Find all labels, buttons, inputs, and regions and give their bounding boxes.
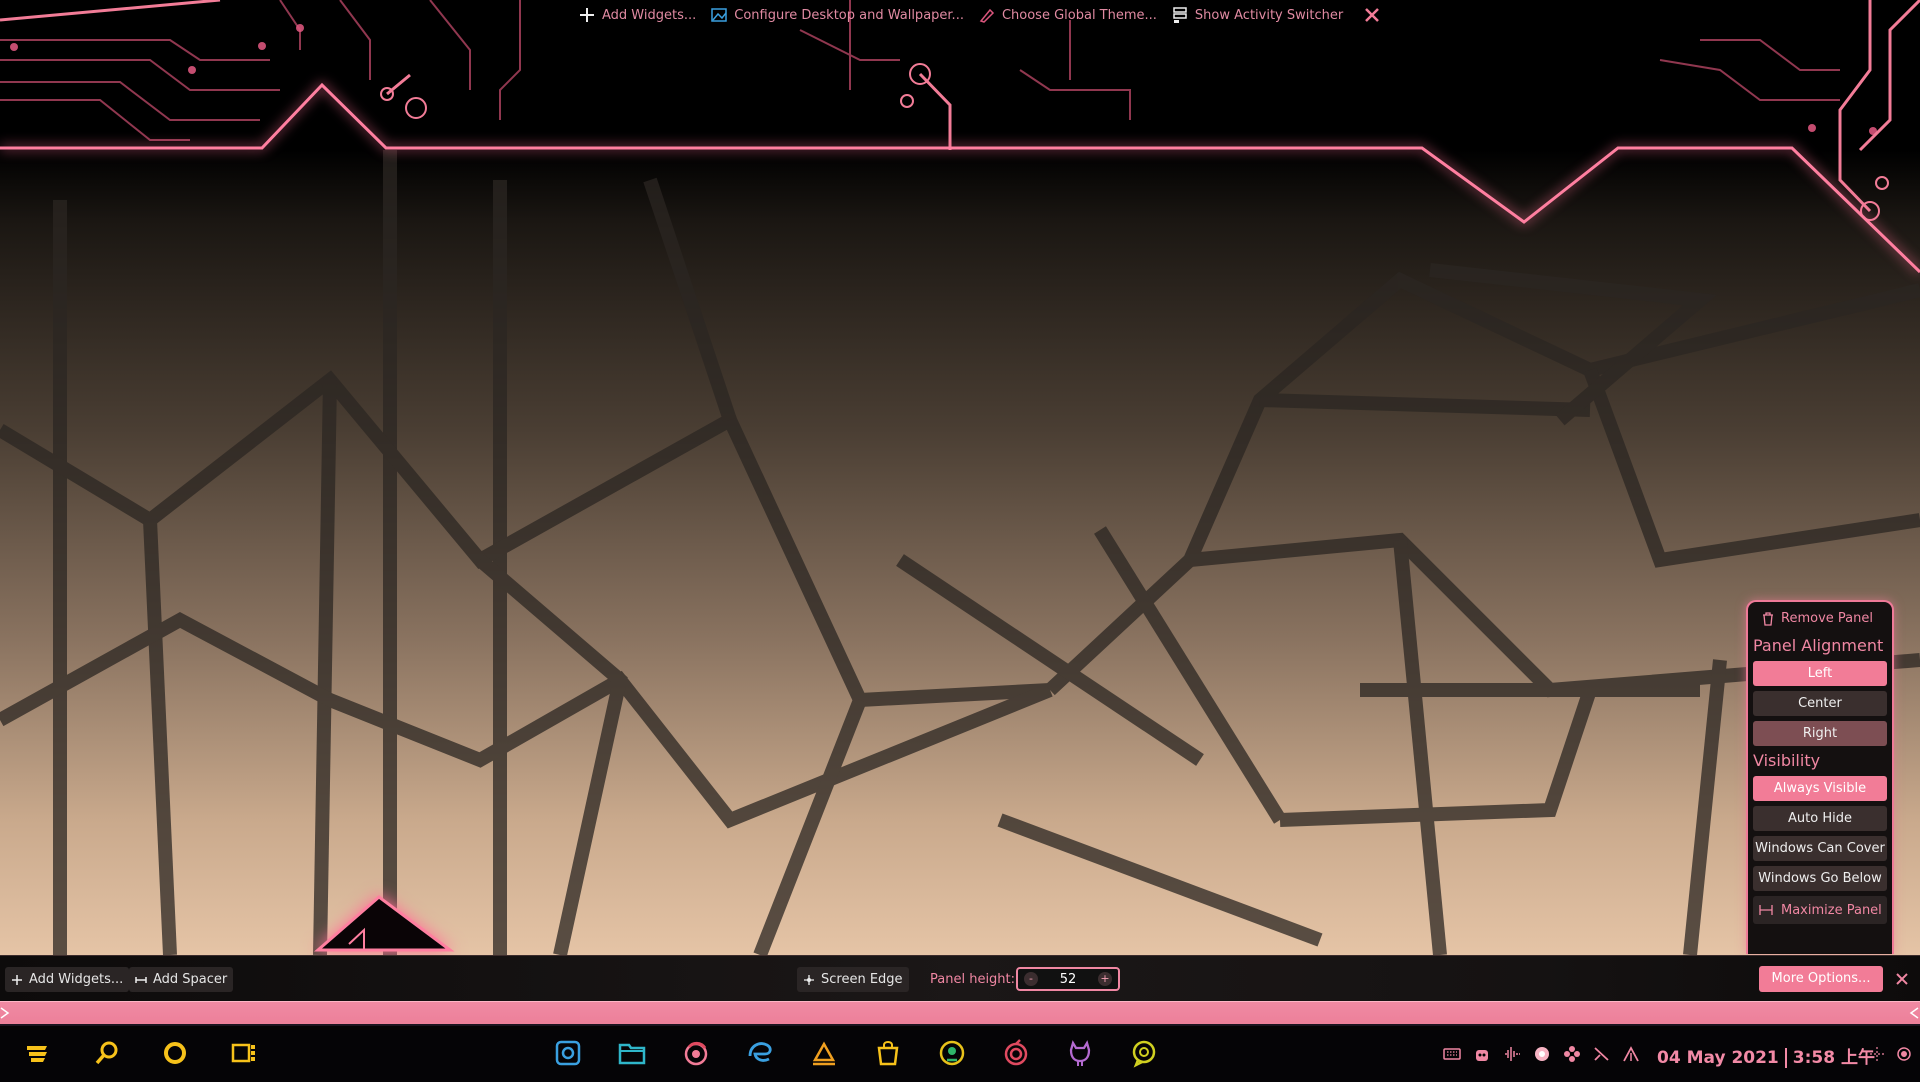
- bookmark-app-icon[interactable]: [809, 1038, 839, 1068]
- increase-height-button[interactable]: +: [1097, 972, 1112, 986]
- more-options-button[interactable]: More Options...: [1759, 966, 1883, 992]
- configure-desktop-button[interactable]: Configure Desktop and Wallpaper...: [710, 6, 964, 24]
- add-widgets-label: Add Widgets...: [602, 7, 697, 23]
- add-widgets-button[interactable]: Add Widgets...: [578, 6, 696, 24]
- spacer-icon: [135, 976, 147, 983]
- search-icon[interactable]: [92, 1038, 122, 1068]
- remove-panel-label: Remove Panel: [1781, 611, 1873, 626]
- network-icon[interactable]: [1593, 1045, 1611, 1063]
- clock-date: 04 May 2021: [1657, 1048, 1779, 1068]
- panel-height-label: Panel height:: [930, 972, 1016, 987]
- trash-icon: [1763, 611, 1773, 626]
- file-manager-icon[interactable]: [617, 1038, 647, 1068]
- screen-edge-button[interactable]: Screen Edge: [797, 967, 909, 992]
- activities-icon: [1173, 7, 1187, 23]
- expand-tray-icon[interactable]: [1622, 1045, 1640, 1063]
- windows-go-below-button[interactable]: Windows Go Below: [1753, 866, 1887, 891]
- edge-browser-icon[interactable]: [745, 1038, 775, 1068]
- clock-time: 3:58 上午: [1792, 1048, 1875, 1068]
- activity-switcher-label: Show Activity Switcher: [1194, 7, 1344, 23]
- visibility-heading: Visibility: [1753, 751, 1821, 770]
- remove-panel-button[interactable]: Remove Panel: [1753, 608, 1887, 632]
- auto-hide-button[interactable]: Auto Hide: [1753, 806, 1887, 831]
- maximize-panel-label: Maximize Panel: [1781, 902, 1882, 918]
- launcher-menu-icon[interactable]: [23, 1038, 53, 1068]
- theme-brush-icon: [979, 8, 995, 23]
- add-spacer-label: Add Spacer: [153, 972, 228, 987]
- panel-add-widgets-button[interactable]: Add Widgets...: [5, 967, 130, 992]
- wallpaper: [0, 0, 1920, 955]
- global-theme-button[interactable]: Choose Global Theme...: [978, 6, 1157, 24]
- store-bag-icon[interactable]: [873, 1038, 903, 1068]
- plus-icon: [12, 974, 22, 985]
- panel-add-widgets-label: Add Widgets...: [29, 972, 124, 987]
- close-toolbox-button[interactable]: [1363, 6, 1381, 24]
- maximize-panel-button[interactable]: Maximize Panel: [1753, 896, 1887, 924]
- clock-separator: [1784, 1048, 1787, 1068]
- github-icon[interactable]: [1065, 1038, 1095, 1068]
- configure-desktop-label: Configure Desktop and Wallpaper...: [734, 7, 964, 23]
- firefox-icon[interactable]: [681, 1038, 711, 1068]
- desktop-toolbox: Add Widgets... Configure Desktop and Wal…: [578, 2, 1381, 28]
- align-left-button[interactable]: Left: [1753, 661, 1887, 686]
- keyboard-icon[interactable]: [1443, 1045, 1461, 1063]
- align-right-button[interactable]: Right: [1753, 721, 1887, 746]
- maximize-icon: [1759, 905, 1773, 915]
- plus-icon: [580, 8, 594, 22]
- robot-icon[interactable]: [1473, 1045, 1491, 1063]
- align-center-button[interactable]: Center: [1753, 691, 1887, 716]
- panel-height-value[interactable]: 52: [1060, 972, 1077, 987]
- chat-bubble-icon[interactable]: [1129, 1038, 1159, 1068]
- qq-icon[interactable]: [937, 1038, 967, 1068]
- left-offset-handle[interactable]: [0, 1006, 10, 1020]
- panel-size-ruler[interactable]: [0, 1001, 1920, 1025]
- spiral-app-icon[interactable]: [1001, 1038, 1031, 1068]
- always-visible-button[interactable]: Always Visible: [1753, 776, 1887, 801]
- show-desktop-icon[interactable]: [1895, 1045, 1913, 1063]
- clock[interactable]: 04 May 2021 3:58 上午: [1657, 1043, 1875, 1068]
- add-spacer-button[interactable]: Add Spacer: [129, 967, 234, 992]
- panel-options-popup: Remove Panel Panel Alignment Left Center…: [1746, 600, 1894, 954]
- decrease-height-button[interactable]: -: [1024, 972, 1038, 986]
- film-app-icon[interactable]: [229, 1038, 259, 1068]
- global-theme-label: Choose Global Theme...: [1001, 7, 1157, 23]
- move-icon: [804, 974, 814, 985]
- taskbar: 04 May 2021 3:58 上午: [0, 1024, 1920, 1082]
- panel-height-spinbox[interactable]: - 52 +: [1016, 967, 1120, 991]
- panel-edit-toolbar: Add Widgets... Add Spacer Screen Edge Pa…: [0, 955, 1920, 1002]
- screen-edge-label: Screen Edge: [821, 972, 903, 987]
- flower-icon[interactable]: [1563, 1045, 1581, 1063]
- circle-app-icon[interactable]: [160, 1038, 190, 1068]
- close-icon[interactable]: [1893, 970, 1911, 988]
- audio-wave-icon[interactable]: [1503, 1045, 1521, 1063]
- screenshot-app-icon[interactable]: [553, 1038, 583, 1068]
- record-icon[interactable]: [1533, 1045, 1551, 1063]
- activity-switcher-button[interactable]: Show Activity Switcher: [1171, 6, 1343, 24]
- close-icon: [1365, 8, 1380, 22]
- right-offset-handle[interactable]: [1909, 1006, 1919, 1020]
- panel-handle-icon[interactable]: [1868, 1045, 1886, 1063]
- alignment-heading: Panel Alignment: [1753, 636, 1884, 655]
- windows-can-cover-button[interactable]: Windows Can Cover: [1753, 836, 1887, 861]
- wallpaper-icon: [711, 8, 727, 22]
- desktop[interactable]: Add Widgets... Configure Desktop and Wal…: [0, 0, 1920, 955]
